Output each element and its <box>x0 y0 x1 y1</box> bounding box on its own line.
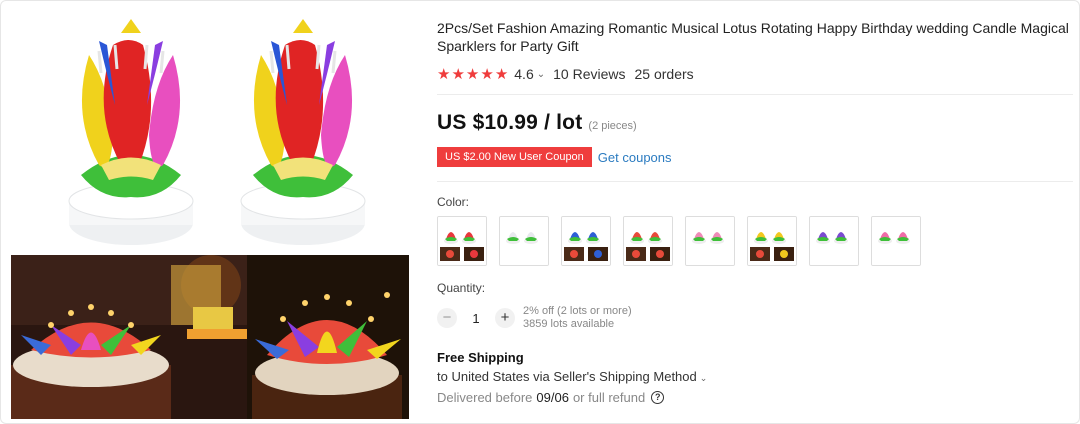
quantity-increase-button[interactable]: + <box>495 308 515 328</box>
lotus-candle-icon <box>240 19 366 245</box>
product-image-main[interactable] <box>51 15 211 255</box>
rating-value[interactable]: 4.6 <box>514 66 533 82</box>
product-image-2[interactable] <box>223 15 383 255</box>
cake-photo-icon <box>247 255 409 419</box>
shipping-title: Free Shipping <box>437 350 524 365</box>
star-icon: ★ <box>465 65 480 83</box>
lotus-candle-icon <box>686 217 734 265</box>
lotus-candle-icon <box>748 217 796 265</box>
product-details: 2Pcs/Set Fashion Amazing Romantic Musica… <box>435 19 1073 405</box>
shipping-destination-text: to United States via Seller's Shipping M… <box>437 369 697 384</box>
help-icon[interactable]: ? <box>651 391 665 404</box>
delivery-date: 09/06 <box>536 390 569 405</box>
lotus-candle-icon <box>68 19 194 245</box>
star-icon: ★ <box>480 65 494 83</box>
color-swatches <box>437 216 921 266</box>
divider <box>437 94 1073 95</box>
new-user-coupon-badge[interactable]: US $2.00 New User Coupon <box>435 147 592 167</box>
lotus-candle-icon <box>500 217 548 265</box>
lotus-candle-icon <box>872 217 920 265</box>
product-image-cake-1[interactable] <box>11 255 251 419</box>
star-icon: ★ <box>451 65 465 83</box>
quantity-label: Quantity: <box>437 281 486 295</box>
delivery-estimate: Delivered before 09/06 or full refund ? <box>437 390 665 405</box>
color-label: Color: <box>437 195 470 209</box>
color-swatch-blue[interactable] <box>561 216 611 266</box>
stock-note: 3859 lots available <box>523 318 615 330</box>
divider <box>437 181 1073 182</box>
product-title: 2Pcs/Set Fashion Amazing Romantic Musica… <box>437 20 1069 54</box>
delivery-suffix: or full refund <box>572 390 646 405</box>
product-image-cake-2[interactable] <box>247 255 409 419</box>
bulk-discount-note: 2% off (2 lots or more) <box>523 305 632 317</box>
color-swatch-pink[interactable] <box>685 216 735 266</box>
price-row: US $10.99 / lot (2 pieces) <box>437 111 637 135</box>
quantity-input[interactable]: 1 <box>457 311 495 326</box>
quantity-decrease-button[interactable]: − <box>437 308 457 328</box>
reviews-link[interactable]: 10 Reviews <box>553 66 625 82</box>
lotus-candle-icon <box>624 217 672 265</box>
orders-count: 25 orders <box>634 66 694 82</box>
shipping-destination[interactable]: to United States via Seller's Shipping M… <box>437 369 707 384</box>
color-swatch-white[interactable] <box>499 216 549 266</box>
product-gallery <box>1 1 421 423</box>
quantity-stepper: − 1 + 2% off (2 lots or more) 3859 lots … <box>437 305 632 331</box>
price: US $10.99 / lot <box>437 111 583 134</box>
color-swatch-yellow[interactable] <box>747 216 797 266</box>
product-card: 2Pcs/Set Fashion Amazing Romantic Musica… <box>0 0 1080 424</box>
color-swatch-red[interactable] <box>437 216 487 266</box>
star-rating[interactable]: ★ ★ ★ ★ ★ <box>437 67 508 82</box>
price-note: (2 pieces) <box>588 120 637 132</box>
color-swatch-pink-white[interactable] <box>871 216 921 266</box>
coupon-row: US $2.00 New User Coupon Get coupons <box>435 147 672 167</box>
lotus-candle-icon <box>562 217 610 265</box>
chevron-down-icon[interactable]: ⌄ <box>537 69 545 80</box>
color-swatch-multicolor-cake[interactable] <box>623 216 673 266</box>
rating-row: ★ ★ ★ ★ ★ 4.6 ⌄ 10 Reviews 25 orders <box>437 65 694 83</box>
star-icon: ★ <box>494 65 509 83</box>
get-coupons-link[interactable]: Get coupons <box>598 150 672 165</box>
chevron-down-icon: ⌄ <box>699 373 708 383</box>
lotus-candle-icon <box>810 217 858 265</box>
cake-photo-icon <box>11 255 251 419</box>
color-swatch-purple[interactable] <box>809 216 859 266</box>
lotus-candle-icon <box>438 217 486 265</box>
quantity-info: 2% off (2 lots or more) 3859 lots availa… <box>523 305 632 331</box>
star-icon: ★ <box>437 65 451 83</box>
delivery-prefix: Delivered before <box>437 390 533 405</box>
